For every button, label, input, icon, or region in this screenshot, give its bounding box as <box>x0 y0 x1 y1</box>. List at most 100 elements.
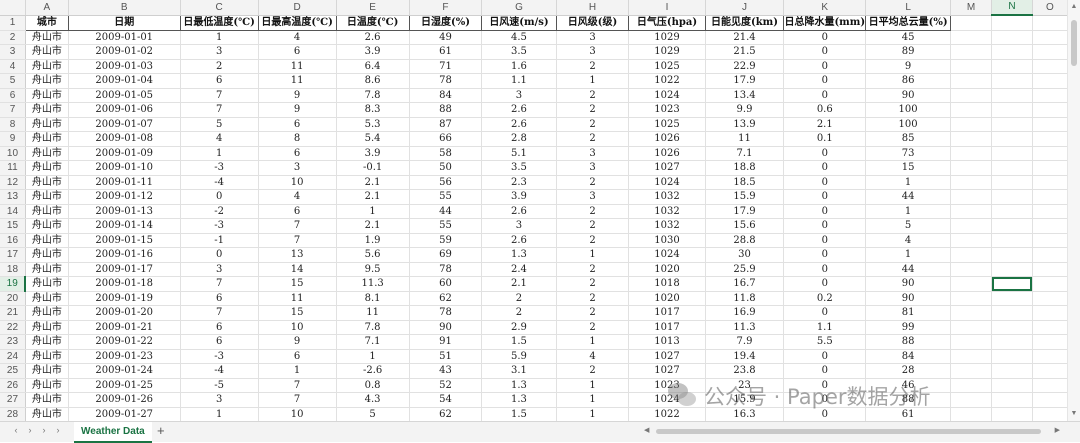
cell[interactable]: 7 <box>180 102 259 118</box>
cell[interactable]: 2 <box>556 175 630 190</box>
cell[interactable]: 1 <box>180 30 259 45</box>
cell[interactable] <box>950 247 993 263</box>
cell[interactable]: 6 <box>258 204 337 219</box>
cell[interactable]: 11.8 <box>705 291 785 306</box>
cell[interactable]: 90 <box>865 291 952 306</box>
cell[interactable]: 100 <box>865 102 952 118</box>
cell[interactable]: 21.5 <box>705 44 785 60</box>
cell[interactable]: 56 <box>409 175 483 190</box>
cell[interactable] <box>950 160 993 176</box>
cell[interactable]: 2009-01-18 <box>68 276 181 292</box>
cell[interactable]: 舟山市 <box>25 59 69 74</box>
cell[interactable] <box>1032 117 1068 132</box>
cell[interactable]: 59 <box>409 233 483 248</box>
cell[interactable]: 2 <box>481 305 557 321</box>
cell[interactable]: 3.9 <box>481 189 557 205</box>
column-title-cell[interactable] <box>991 15 1033 31</box>
column-header-b[interactable]: B <box>68 0 181 16</box>
cell[interactable]: 2009-01-12 <box>68 189 181 205</box>
cell[interactable]: 0 <box>783 349 867 364</box>
column-title-cell[interactable]: 日最低温度(℃) <box>179 14 259 31</box>
cell[interactable]: 0 <box>783 305 867 321</box>
cell[interactable]: 6 <box>180 291 259 306</box>
select-all-corner[interactable] <box>0 0 26 16</box>
cell[interactable]: 3 <box>556 160 630 176</box>
cell[interactable]: 10 <box>258 320 337 335</box>
cell[interactable]: 60 <box>409 276 483 292</box>
cell[interactable] <box>950 233 993 248</box>
cell[interactable]: 17.9 <box>705 73 785 89</box>
cell[interactable]: 0 <box>783 218 867 234</box>
cell[interactable]: 2.1 <box>336 175 410 190</box>
cell[interactable]: 86 <box>865 73 952 89</box>
cell[interactable]: 3 <box>556 44 630 60</box>
cell[interactable]: 2 <box>481 291 557 306</box>
row-header[interactable]: 22 <box>0 320 26 335</box>
cell[interactable]: 16.9 <box>705 305 785 321</box>
cell[interactable]: 18.5 <box>705 175 785 190</box>
prev-sheet-icon[interactable]: › <box>24 425 36 435</box>
horizontal-scroll-thumb[interactable] <box>656 429 1041 434</box>
column-title-cell[interactable]: 日平均总云量(%) <box>865 14 952 31</box>
cell[interactable]: 7 <box>258 392 337 408</box>
cell[interactable]: 1013 <box>628 334 706 350</box>
row-header[interactable]: 1 <box>0 15 26 31</box>
cell[interactable]: 0 <box>783 247 867 263</box>
cell[interactable]: 2009-01-10 <box>68 160 181 176</box>
cell[interactable]: 15 <box>258 305 337 321</box>
cell[interactable]: 21.4 <box>705 30 785 45</box>
row-header[interactable]: 10 <box>0 146 26 161</box>
vertical-scrollbar[interactable]: ▲ ▼ <box>1067 0 1080 421</box>
cell[interactable]: 7.9 <box>705 334 785 350</box>
cell[interactable] <box>1032 349 1068 364</box>
spreadsheet-area[interactable]: ABCDEFGHIJKLMNO 1 城市 日期 日最低温度(℃) 日最高温度(℃) 日温度… <box>0 0 1068 421</box>
cell[interactable]: 4 <box>258 30 337 45</box>
cell[interactable]: 3 <box>481 218 557 234</box>
cell[interactable]: 6 <box>180 73 259 89</box>
cell[interactable]: 1.1 <box>481 73 557 89</box>
row-header[interactable]: 16 <box>0 233 26 248</box>
scroll-right-icon[interactable]: ▶ <box>1055 426 1060 434</box>
row-header[interactable]: 4 <box>0 59 26 74</box>
worksheet-grid[interactable]: ABCDEFGHIJKLMNO 1 城市 日期 日最低温度(℃) 日最高温度(℃) 日温度… <box>0 0 1068 421</box>
cell[interactable] <box>991 117 1033 132</box>
cell[interactable]: 1017 <box>628 320 706 335</box>
cell[interactable]: 2009-01-09 <box>68 146 181 161</box>
row-header[interactable]: 24 <box>0 349 26 364</box>
cell[interactable]: 舟山市 <box>25 349 69 364</box>
row-header[interactable]: 13 <box>0 189 26 205</box>
cell[interactable]: 2 <box>556 262 630 277</box>
column-header-j[interactable]: J <box>705 0 785 16</box>
cell[interactable]: 3 <box>556 146 630 161</box>
cell[interactable]: 6 <box>180 320 259 335</box>
cell[interactable]: 舟山市 <box>25 320 69 335</box>
cell[interactable]: 1027 <box>628 363 706 379</box>
cell[interactable]: 2.6 <box>336 30 410 45</box>
cell[interactable]: -2.6 <box>336 363 410 379</box>
cell[interactable]: 13.4 <box>705 88 785 103</box>
cell[interactable]: 0.2 <box>783 291 867 306</box>
row-header[interactable]: 6 <box>0 88 26 103</box>
cell[interactable]: 2 <box>556 204 630 219</box>
cell[interactable] <box>991 407 1033 421</box>
cell[interactable]: 7.1 <box>705 146 785 161</box>
cell[interactable]: 2 <box>556 276 630 292</box>
cell[interactable]: 7 <box>180 305 259 321</box>
cell[interactable]: 1020 <box>628 262 706 277</box>
cell[interactable]: 7.8 <box>336 320 410 335</box>
cell[interactable] <box>950 262 993 277</box>
cell[interactable]: -1 <box>180 233 259 248</box>
cell[interactable]: 4.3 <box>336 392 410 408</box>
cell[interactable]: 1 <box>180 146 259 161</box>
cell[interactable]: 13.9 <box>705 117 785 132</box>
cell[interactable]: 6 <box>258 117 337 132</box>
cell[interactable]: 11.3 <box>336 276 410 292</box>
column-title-cell[interactable]: 日总降水量(mm) <box>783 14 867 31</box>
cell[interactable]: 3.5 <box>481 160 557 176</box>
column-header-o[interactable]: O <box>1032 0 1068 16</box>
cell[interactable]: 44 <box>865 262 952 277</box>
cell[interactable] <box>950 363 993 379</box>
cell[interactable]: 11 <box>258 291 337 306</box>
cell[interactable] <box>991 73 1033 89</box>
cell[interactable]: 30 <box>705 247 785 263</box>
